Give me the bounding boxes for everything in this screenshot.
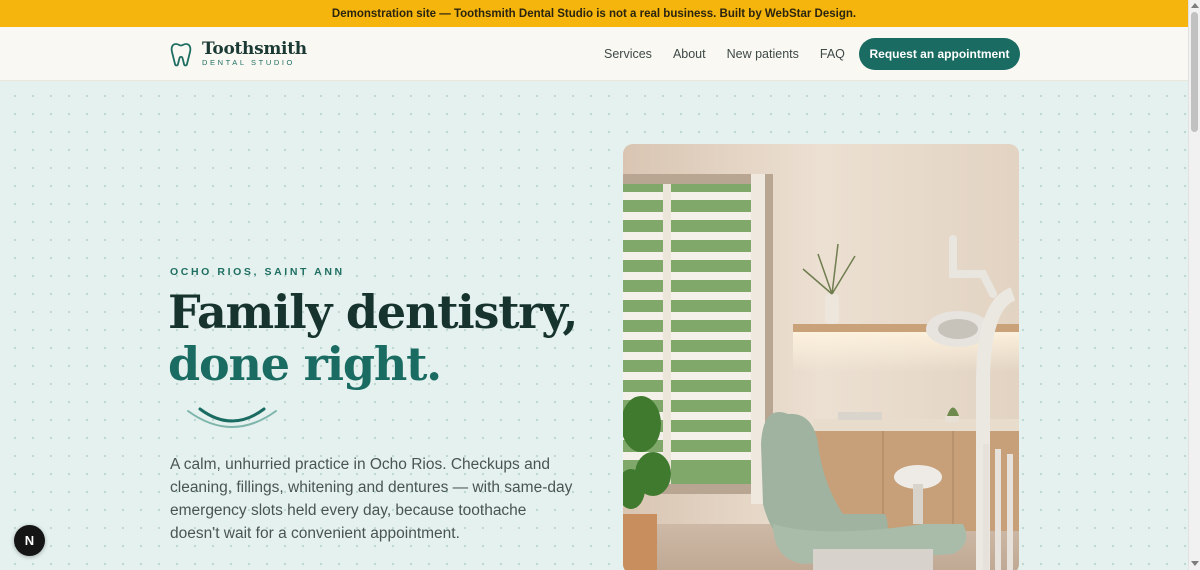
site-header: Toothsmith DENTAL STUDIO Services About … (0, 27, 1188, 81)
hero-headline: Family dentistry, done right. (168, 285, 578, 391)
nav-link-faq[interactable]: FAQ (820, 47, 845, 61)
dental-treatment-room-photo (623, 144, 1019, 570)
request-appointment-button[interactable]: Request an appointment (859, 38, 1020, 70)
page-scrollbar[interactable] (1188, 0, 1200, 570)
hero-headline-line1: Family dentistry, (168, 285, 578, 339)
treatment-room-illustration (623, 144, 1019, 570)
scroll-thumb[interactable] (1191, 12, 1198, 132)
brand-tagline: DENTAL STUDIO (202, 58, 295, 67)
nav-link-new-patients[interactable]: New patients (727, 47, 799, 61)
nav-link-services[interactable]: Services (604, 47, 652, 61)
smile-decoration (187, 407, 277, 428)
scroll-down-arrow-icon[interactable] (1191, 561, 1199, 566)
hero-section: OCHO RIOS, SAINT ANN Family dentistry, d… (0, 81, 1188, 570)
nav-link-about[interactable]: About (673, 47, 706, 61)
brand-name: Toothsmith (202, 39, 307, 59)
main-nav: Services About New patients FAQ (604, 27, 866, 81)
hero-description: A calm, unhurried practice in Ocho Rios.… (170, 456, 573, 542)
hero-headline-line2: done right. (168, 337, 442, 391)
devtools-badge-button[interactable]: N (14, 525, 45, 556)
brand-wordmark: Toothsmith DENTAL STUDIO (202, 40, 307, 67)
brand-logo[interactable]: Toothsmith DENTAL STUDIO (170, 40, 307, 68)
tooth-icon (170, 43, 192, 67)
scroll-up-arrow-icon[interactable] (1191, 3, 1199, 8)
hero-location-eyebrow: OCHO RIOS, SAINT ANN (170, 266, 345, 278)
demo-banner-text: Demonstration site — Toothsmith Dental S… (331, 7, 857, 20)
demo-banner: Demonstration site — Toothsmith Dental S… (0, 0, 1188, 27)
